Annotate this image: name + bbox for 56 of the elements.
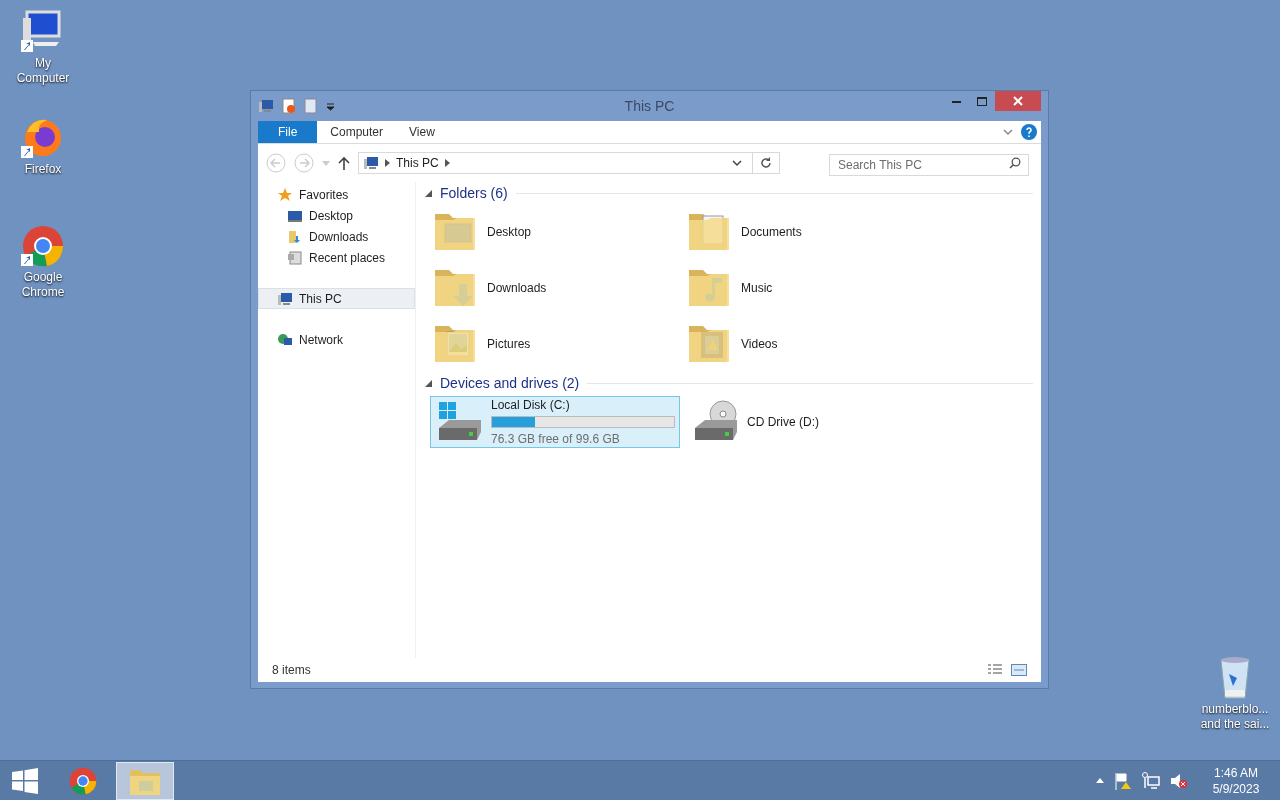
ribbon-tab[interactable]: View — [396, 121, 448, 143]
collapse-arrow-icon[interactable] — [425, 379, 432, 387]
folder-item[interactable]: Videos — [685, 316, 939, 372]
section-heading[interactable]: Folders (6) — [440, 182, 508, 204]
properties-icon[interactable] — [282, 98, 296, 114]
star-icon — [277, 186, 293, 203]
folder-item[interactable]: Desktop — [431, 204, 685, 260]
chevron-right-icon — [385, 159, 390, 167]
nav-item[interactable]: Downloads — [258, 226, 415, 247]
drive-item[interactable]: CD Drive (D:) — [686, 396, 936, 448]
expand-ribbon-icon[interactable] — [1003, 128, 1013, 136]
drive-item[interactable]: Local Disk (C:) 76.3 GB free of 99.6 GB — [430, 396, 680, 448]
pc-icon — [258, 98, 274, 114]
search-icon[interactable] — [1009, 157, 1021, 169]
folder-item[interactable]: Downloads — [431, 260, 685, 316]
search-field[interactable]: Search This PC — [829, 154, 1029, 176]
tiles-view-icon[interactable] — [1011, 664, 1027, 676]
file-tab[interactable]: File — [258, 121, 318, 143]
up-arrow-icon[interactable] — [338, 156, 350, 170]
network-icon[interactable] — [1142, 771, 1160, 790]
dropdown-icon[interactable] — [326, 101, 335, 111]
show-hidden-icons-icon[interactable] — [1096, 778, 1104, 783]
nav-item[interactable]: Favorites — [258, 184, 415, 205]
dropdown-icon[interactable] — [732, 159, 742, 167]
details-view-icon[interactable] — [987, 664, 1003, 676]
taskbar-button[interactable] — [116, 761, 174, 800]
section-heading[interactable]: Devices and drives (2) — [440, 372, 580, 394]
windows-logo-icon — [12, 767, 38, 794]
nav-item[interactable]: This PC — [258, 288, 415, 309]
item-count: 8 items — [272, 662, 311, 679]
address-bar[interactable]: This PC — [358, 152, 780, 174]
minimize-icon — [951, 99, 961, 103]
muted-speaker-icon[interactable] — [1170, 771, 1188, 790]
chevron-right-icon[interactable] — [444, 159, 450, 167]
folder-item[interactable]: Pictures — [431, 316, 685, 372]
recent-icon — [287, 249, 303, 266]
breadcrumb[interactable]: This PC — [396, 154, 439, 172]
maximize-icon — [977, 96, 987, 106]
refresh-icon[interactable] — [759, 156, 773, 170]
downloads-icon — [287, 228, 303, 245]
ribbon-tab[interactable]: Computer — [317, 121, 397, 143]
window-title: This PC — [624, 96, 675, 116]
close-button[interactable] — [995, 91, 1041, 111]
nav-item[interactable]: Recent places — [258, 247, 415, 268]
collapse-arrow-icon[interactable] — [425, 189, 432, 197]
flag-warning-icon[interactable] — [1114, 771, 1132, 790]
folder-item[interactable]: Documents — [685, 204, 939, 260]
close-icon — [1013, 96, 1023, 106]
clock[interactable]: 1:46 AM 5/9/2023 — [1206, 764, 1266, 797]
network-icon — [277, 331, 293, 348]
nav-item[interactable]: Desktop — [258, 205, 415, 226]
help-icon[interactable] — [1021, 124, 1037, 140]
pc-icon — [277, 290, 293, 307]
nav-item[interactable]: Network — [258, 329, 415, 350]
pc-icon — [363, 155, 379, 171]
folder-item[interactable]: Music — [685, 260, 939, 316]
